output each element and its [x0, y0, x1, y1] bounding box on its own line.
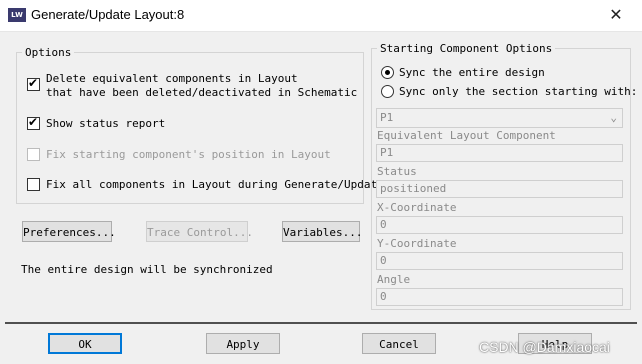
title-bar: LW Generate/Update Layout:8 ✕ [0, 0, 642, 32]
sync-entire-radio[interactable] [381, 66, 394, 79]
variables-button[interactable]: Variables... [282, 221, 362, 242]
delete-equivalent-label-line2[interactable]: that have been deleted/deactivated in Sc… [46, 86, 357, 99]
chevron-down-icon: ⌄ [610, 111, 617, 124]
preferences-button[interactable]: Preferences... [22, 221, 116, 242]
angle-field[interactable]: 0 [376, 288, 623, 306]
sync-section-radio[interactable] [381, 85, 394, 98]
fix-starting-checkbox[interactable] [27, 148, 40, 161]
trace-control-button[interactable]: Trace Control... [146, 221, 253, 242]
equivalent-layout-component-label: Equivalent Layout Component [377, 129, 556, 142]
apply-button[interactable]: Apply [206, 333, 280, 354]
window-title: Generate/Update Layout:8 [31, 7, 185, 22]
angle-label: Angle [377, 273, 411, 286]
starting-component-legend: Starting Component Options [380, 42, 553, 55]
options-legend: Options [25, 46, 72, 59]
show-status-report-label[interactable]: Show status report [46, 117, 165, 130]
component-select[interactable]: P1 ⌄ [376, 108, 623, 128]
equivalent-layout-component-field[interactable]: P1 [376, 144, 623, 162]
show-status-report-checkbox[interactable]: ✔ [27, 115, 40, 130]
fix-all-checkbox[interactable] [27, 178, 40, 191]
checkmark-icon: ✔ [28, 115, 39, 129]
watermark: CSDN @Damxiaocai [479, 339, 610, 355]
checkmark-icon: ✔ [28, 76, 39, 90]
status-label: Status [377, 165, 417, 178]
close-icon[interactable]: ✕ [598, 4, 634, 26]
divider [5, 322, 637, 324]
pcb-layout-icon: LW [8, 8, 26, 22]
y-coordinate-field[interactable]: 0 [376, 252, 623, 270]
status-message: The entire design will be synchronized [21, 263, 273, 276]
ok-button[interactable]: OK [48, 333, 122, 354]
fix-all-label[interactable]: Fix all components in Layout during Gene… [46, 178, 384, 191]
radio-dot-icon [385, 70, 390, 75]
delete-equivalent-checkbox[interactable]: ✔ [27, 76, 40, 91]
sync-entire-label[interactable]: Sync the entire design [399, 66, 545, 79]
sync-section-label[interactable]: Sync only the section starting with: [399, 85, 637, 98]
x-coordinate-field[interactable]: 0 [376, 216, 623, 234]
cancel-button[interactable]: Cancel [362, 333, 436, 354]
status-field[interactable]: positioned [376, 180, 623, 198]
component-select-value: P1 [380, 111, 394, 124]
delete-equivalent-label-line1[interactable]: Delete equivalent components in Layout [46, 72, 298, 85]
x-coordinate-label: X-Coordinate [377, 201, 457, 214]
y-coordinate-label: Y-Coordinate [377, 237, 457, 250]
fix-starting-label: Fix starting component's position in Lay… [46, 148, 331, 161]
